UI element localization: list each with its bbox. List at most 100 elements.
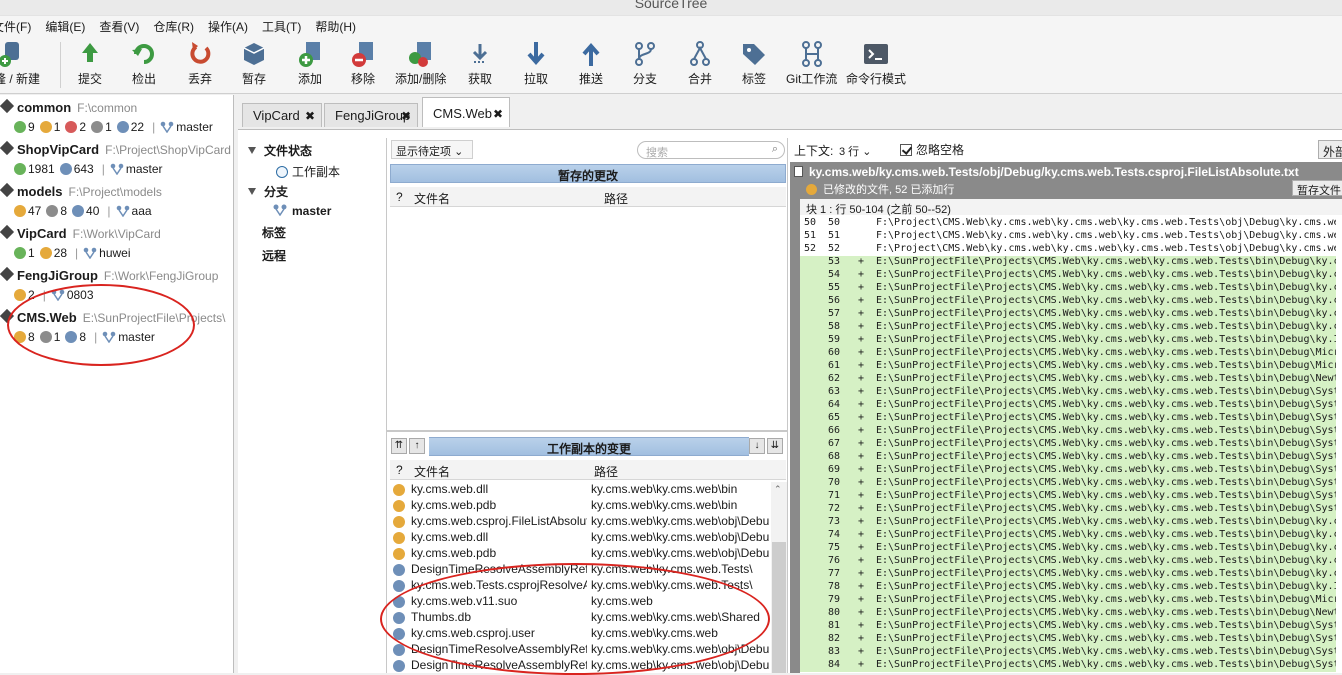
ignore-whitespace-checkbox[interactable]: 忽略空格	[900, 141, 964, 158]
toolbar-button[interactable]: 拉取	[522, 40, 550, 87]
list-item[interactable]: ky.cms.web.csproj.FileListAbsolute.txt ky…	[389, 514, 769, 530]
col-status[interactable]: ?	[396, 190, 403, 204]
unstage-all-button[interactable]: ⇊	[767, 438, 783, 454]
separator: |	[101, 162, 105, 176]
search-input[interactable]: 搜索 ⌕	[637, 141, 785, 159]
plus-sign: +	[858, 607, 865, 618]
plus-sign: +	[858, 282, 865, 293]
nav-remotes[interactable]: 远程	[262, 247, 286, 264]
menu-item[interactable]: 操作(A)	[208, 16, 248, 36]
list-item[interactable]: ky.cms.web.pdb ky.cms.web\ky.cms.web\obj\…	[389, 546, 769, 562]
col-status[interactable]: ?	[396, 463, 403, 477]
plus-sign: +	[858, 659, 865, 670]
toolbar-button[interactable]: 命令行模式	[846, 40, 906, 87]
toolbar-button[interactable]: 合并	[686, 40, 714, 87]
toolbar-button[interactable]: 获取	[466, 40, 494, 87]
new-line-no: 84	[828, 659, 841, 670]
tab-cms-web[interactable]: CMS.Web ✖	[422, 97, 510, 127]
toolbar-button[interactable]: 克隆 / 新建	[0, 40, 40, 87]
menu-item[interactable]: 仓库(R)	[153, 16, 194, 36]
col-path[interactable]: 路径	[604, 190, 628, 207]
modified-icon	[393, 500, 405, 512]
toolbar-button[interactable]: Git工作流	[786, 40, 837, 87]
file-name: ky.cms.web.pdb	[411, 546, 497, 560]
col-filename[interactable]: 文件名	[414, 463, 450, 480]
toolbar-label: 丢弃	[187, 72, 212, 86]
new-line-no: 76	[828, 555, 841, 566]
col-path[interactable]: 路径	[594, 463, 618, 480]
stage-selected-button[interactable]: ↑	[409, 438, 425, 454]
toolbar-button[interactable]: 丢弃	[186, 40, 214, 87]
menu-item[interactable]: 编辑(E)	[45, 16, 85, 36]
tab-vipcard[interactable]: VipCard ✖	[242, 103, 322, 127]
checkbox-label: 忽略空格	[916, 143, 965, 157]
plus-sign: +	[858, 438, 865, 449]
repo-tabs: VipCard ✖ FengJiGroup ✖ CMS.Web ✖	[238, 95, 1342, 129]
list-item[interactable]: ky.cms.web.dll ky.cms.web\ky.cms.web\bin	[389, 482, 769, 498]
repo-item[interactable]: models F:\Project\models 47 8 40 | aaa	[0, 182, 233, 224]
toolbar-button[interactable]: 移除	[349, 40, 377, 87]
tab-fengjigroup[interactable]: FengJiGroup ✖	[324, 103, 418, 127]
line-text: F:\Project\CMS.Web\ky.cms.web\ky.cms.web…	[876, 217, 1336, 228]
close-icon[interactable]: ✖	[305, 109, 315, 123]
context-lines-dropdown[interactable]: 3 行 ⌄	[834, 140, 882, 158]
close-icon[interactable]: ✖	[401, 109, 411, 123]
toolbar-button[interactable]: 提交	[76, 40, 104, 87]
modified-icon	[393, 532, 405, 544]
list-item[interactable]: ky.cms.web.dll ky.cms.web\ky.cms.web\obj\…	[389, 530, 769, 546]
toolbar-label: Git工作流	[786, 72, 838, 86]
pane-splitter[interactable]	[387, 430, 787, 432]
toolbar-button[interactable]: 暂存	[240, 40, 268, 87]
list-item[interactable]: ky.cms.web.pdb ky.cms.web\ky.cms.web\bin	[389, 498, 769, 514]
toolbar-button[interactable]: 检出	[130, 40, 158, 87]
toolbar-button[interactable]: 添加/删除	[395, 40, 446, 87]
line-text: E:\SunProjectFile\Projects\CMS.Web\ky.cm…	[876, 386, 1336, 397]
stage-file-button[interactable]: 暂存文件	[1292, 180, 1342, 196]
line-text: E:\SunProjectFile\Projects\CMS.Web\ky.cm…	[876, 464, 1336, 475]
repo-name: models F:\Project\models	[0, 182, 162, 199]
repo-item[interactable]: VipCard F:\Work\VipCard 1 28 | huwei	[0, 224, 233, 266]
file-path: ky.cms.web\ky.cms.web\obj\Debug	[591, 546, 769, 560]
close-icon[interactable]: ✖	[493, 107, 503, 121]
menu-item[interactable]: 文件(F)	[0, 16, 31, 36]
col-filename[interactable]: 文件名	[414, 190, 450, 207]
modified-icon	[393, 548, 405, 560]
annotation-ellipse	[7, 284, 195, 366]
repo-title: VipCard	[17, 226, 67, 241]
diff-added-line: 70 + E:\SunProjectFile\Projects\CMS.Web\ky…	[800, 477, 1336, 490]
add-remove-icon	[408, 42, 431, 67]
repo-item[interactable]: ShopVipCard F:\Project\ShopVipCard 1981 643…	[0, 140, 233, 182]
nav-file-status[interactable]: 文件状态	[248, 142, 312, 159]
modified-icon	[393, 484, 405, 496]
repo-sidebar: 文件状态 工作副本 分支 master 标签 远程	[238, 138, 384, 673]
diff-pane: 上下文: 3 行 ⌄ 忽略空格 外部 ky.cms.web/ky.cms.web…	[790, 138, 1342, 673]
toolbar-button[interactable]: 推送	[577, 40, 605, 87]
expand-triangle-icon[interactable]	[248, 147, 256, 154]
nav-branch-master[interactable]: master	[272, 204, 331, 218]
toolbar-button[interactable]: 分支	[631, 40, 659, 87]
file-list-scrollbar[interactable]: ⌃	[771, 482, 787, 673]
scrollbar-thumb[interactable]	[772, 542, 786, 673]
scroll-up-icon[interactable]: ⌃	[774, 484, 782, 495]
hunk-header: 块 1 : 行 50-104 (之前 50--52)	[800, 199, 1342, 216]
checkbox-checked-icon[interactable]	[900, 144, 912, 156]
menu-item[interactable]: 工具(T)	[262, 16, 301, 36]
commit-icon	[82, 43, 98, 62]
external-diff-button[interactable]: 外部	[1318, 140, 1342, 159]
diff-added-line: 55 + E:\SunProjectFile\Projects\CMS.Web\ky…	[800, 282, 1336, 295]
repo-icon	[0, 140, 15, 156]
diff-added-line: 78 + E:\SunProjectFile\Projects\CMS.Web\ky…	[800, 581, 1336, 594]
pending-filter-dropdown[interactable]: 显示待定项 ⌄	[391, 140, 473, 159]
repo-status: 9 1 2 1 22 | master	[14, 120, 213, 134]
repo-item[interactable]: common F:\common 9 1 2 1 22 | master	[0, 98, 233, 140]
nav-branches[interactable]: 分支	[248, 183, 288, 200]
expand-triangle-icon[interactable]	[248, 188, 256, 195]
menu-item[interactable]: 帮助(H)	[315, 16, 356, 36]
toolbar-button[interactable]: 标签	[740, 40, 768, 87]
unstage-selected-button[interactable]: ↓	[749, 438, 765, 454]
nav-working-copy[interactable]: 工作副本	[276, 163, 340, 180]
nav-tags[interactable]: 标签	[262, 224, 286, 241]
stage-all-button[interactable]: ⇈	[391, 438, 407, 454]
menu-item[interactable]: 查看(V)	[99, 16, 139, 36]
toolbar-button[interactable]: 添加	[296, 40, 324, 87]
